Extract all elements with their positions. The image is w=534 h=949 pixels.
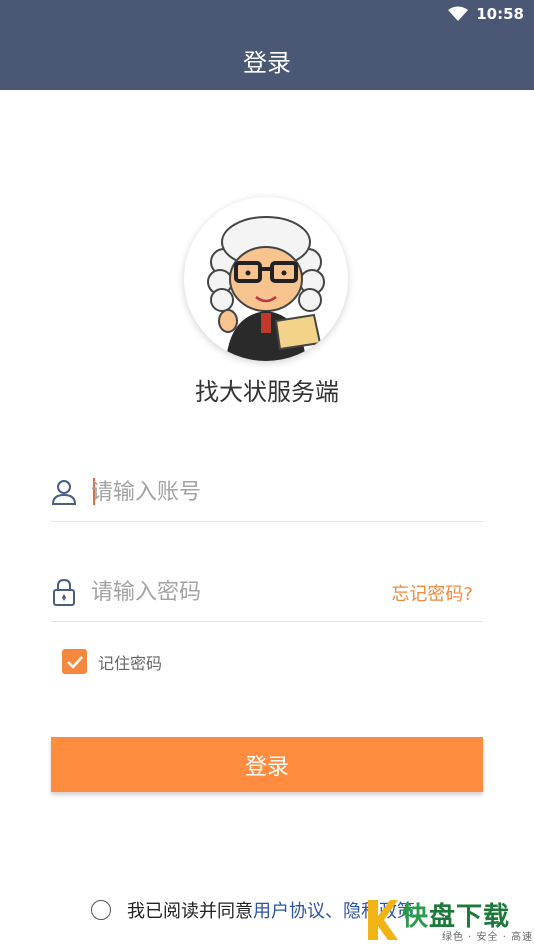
- lawyer-mascot-icon: [207, 216, 325, 361]
- password-field-row: 忘记密码?: [51, 562, 483, 622]
- remember-password-label: 记住密码: [98, 653, 163, 673]
- remember-password[interactable]: 记住密码: [62, 649, 162, 674]
- app-logo: [184, 197, 348, 361]
- account-input[interactable]: [91, 472, 391, 512]
- wifi-icon: [448, 6, 469, 21]
- page-title: 登录: [243, 48, 291, 77]
- account-field-row: [51, 462, 483, 522]
- status-right: 10:58: [448, 5, 524, 23]
- watermark-first-char: 快: [402, 902, 430, 932]
- status-bar: 10:58: [0, 0, 534, 30]
- user-agreement-link[interactable]: 用户协议: [253, 897, 325, 923]
- watermark: 快盘下载 绿色 · 安全 · 高速: [362, 892, 534, 949]
- agreement-separator: 、: [325, 901, 343, 922]
- check-icon: [66, 655, 83, 669]
- login-button[interactable]: 登录: [51, 737, 483, 792]
- forgot-password-link[interactable]: 忘记密码?: [391, 580, 473, 606]
- title-bar: 登录: [0, 30, 534, 90]
- user-icon: [51, 480, 77, 505]
- password-input[interactable]: [91, 572, 391, 612]
- agreement-radio[interactable]: [91, 900, 111, 920]
- lock-icon: [53, 578, 75, 606]
- watermark-tagline: 绿色 · 安全 · 高速: [442, 932, 534, 943]
- agreement-prefix: 我已阅读并同意: [127, 901, 253, 922]
- app-name: 找大状服务端: [195, 378, 339, 406]
- kuai-logo-icon: [368, 900, 398, 940]
- remember-password-checkbox[interactable]: [62, 649, 87, 674]
- status-time: 10:58: [476, 5, 524, 23]
